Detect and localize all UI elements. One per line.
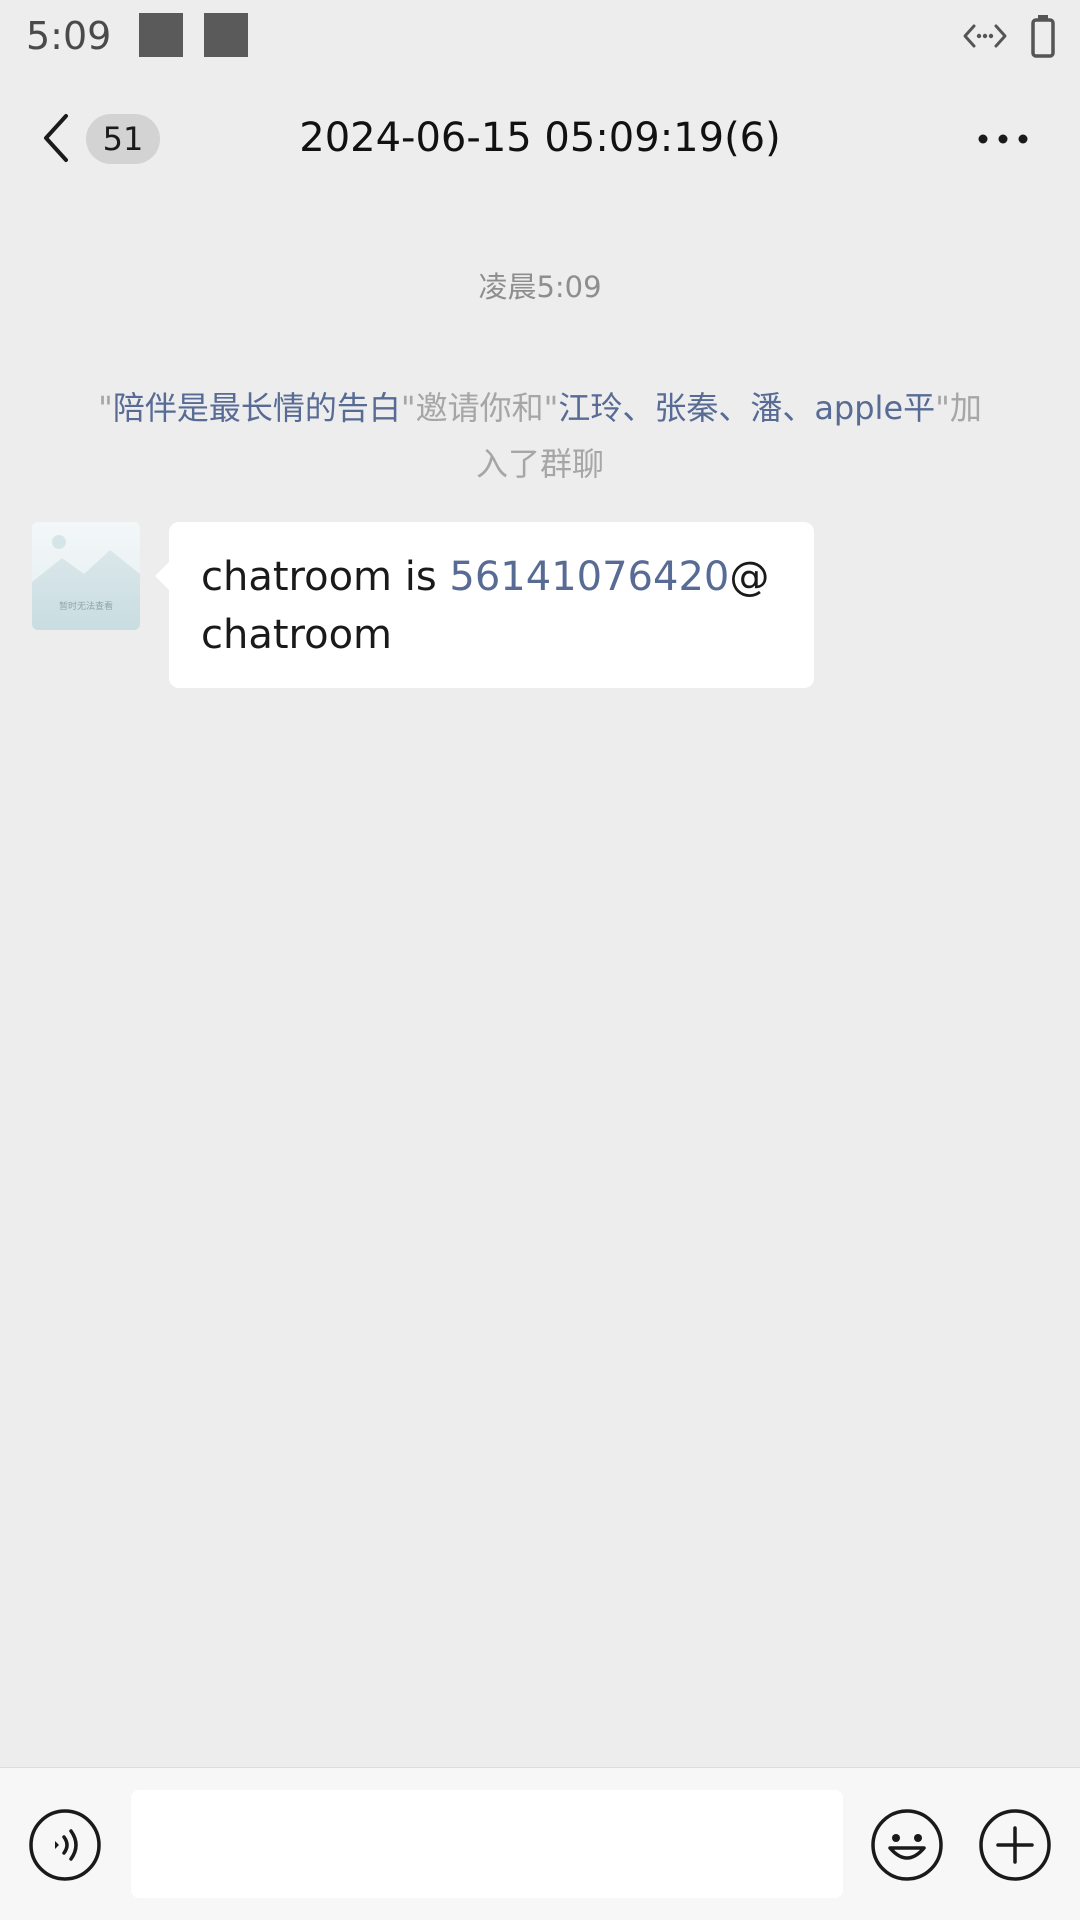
- unread-count-badge[interactable]: 51: [86, 114, 160, 164]
- chat-title: 2024-06-15 05:09:19(6): [299, 115, 781, 161]
- back-button[interactable]: [28, 108, 88, 168]
- invitees-link[interactable]: 江玲、张秦、潘、apple平: [558, 389, 935, 427]
- notification-icon: [204, 13, 248, 57]
- emoji-icon: [871, 1809, 943, 1881]
- message-number-link[interactable]: 56141076420: [449, 554, 729, 600]
- back-chevron-icon: [44, 114, 68, 162]
- status-bar: 5:09: [0, 0, 1080, 72]
- avatar-caption: 暂时无法查看: [59, 600, 113, 612]
- data-transfer-icon: [963, 24, 1007, 48]
- avatar[interactable]: 暂时无法查看: [32, 522, 140, 630]
- message-timestamp: 凌晨5:09: [478, 270, 602, 304]
- group-invite-system-message: "陪伴是最长情的告白"邀请你和"江玲、张秦、潘、apple平"加入了群聊: [90, 380, 990, 492]
- voice-icon: [29, 1809, 101, 1881]
- chat-header: 51 2024-06-15 05:09:19(6): [0, 90, 1080, 186]
- message-input[interactable]: [131, 1790, 843, 1898]
- notification-icon: [139, 13, 183, 57]
- message-bubble[interactable]: chatroom is 56141076420@chatroom: [155, 522, 814, 688]
- battery-icon: [1031, 15, 1055, 58]
- emoji-button[interactable]: [870, 1808, 944, 1882]
- quote-open: ": [98, 389, 113, 427]
- input-bar: [0, 1767, 1080, 1920]
- status-time: 5:09: [26, 14, 112, 58]
- more-dots-icon: [978, 134, 1028, 144]
- message-text: chatroom is: [201, 554, 450, 600]
- voice-input-button[interactable]: [28, 1808, 102, 1882]
- plus-icon: [979, 1809, 1051, 1881]
- inviter-link[interactable]: 陪伴是最长情的告白: [113, 389, 401, 427]
- more-functions-button[interactable]: [978, 1808, 1052, 1882]
- more-options-button[interactable]: [968, 116, 1038, 162]
- chat-screen: 5:09 51 2024-06-15 05:09:19(6) 凌晨5:09 "陪…: [0, 0, 1080, 1920]
- image-placeholder-icon: 暂时无法查看: [32, 522, 140, 630]
- system-message-middle: "邀请你和": [400, 389, 559, 427]
